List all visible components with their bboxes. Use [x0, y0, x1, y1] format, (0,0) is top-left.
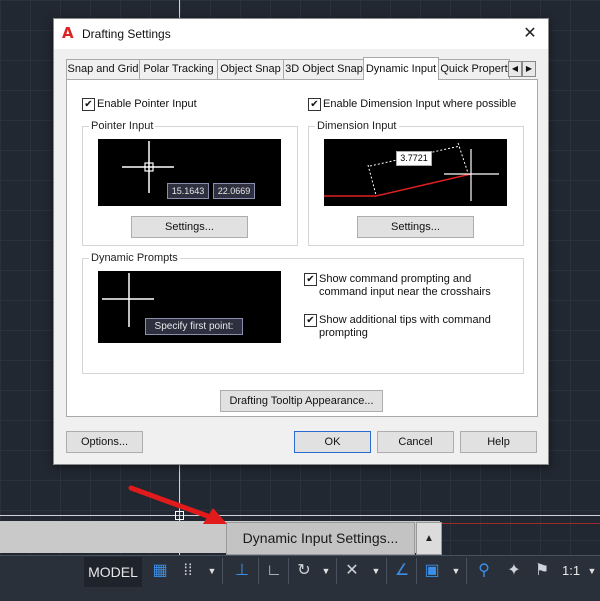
- crosshair-horizontal-line: [0, 515, 600, 516]
- help-button[interactable]: Help: [460, 431, 537, 453]
- tab-scroll-left-button[interactable]: ◀: [508, 61, 522, 77]
- annotation-visibility-icon[interactable]: ⚲: [472, 558, 496, 584]
- tooltip-caret-button[interactable]: ▲: [416, 522, 442, 555]
- enable-pointer-input-checkbox[interactable]: ✔: [82, 98, 95, 111]
- status-separator: [258, 558, 259, 584]
- isodraft-dropdown-chevron-icon[interactable]: ▼: [370, 558, 382, 584]
- show-command-prompting-label: Show command prompting and command input…: [319, 273, 491, 298]
- dynamic-prompts-title: Dynamic Prompts: [89, 252, 180, 264]
- show-additional-tips-row[interactable]: ✔ Show additional tips with command prom…: [304, 314, 516, 339]
- status-separator: [466, 558, 467, 584]
- dynamic-input-settings-button[interactable]: Dynamic Input Settings...: [226, 522, 415, 555]
- tab-3d-object-snap[interactable]: 3D Object Snap: [283, 59, 365, 79]
- dimension-input-group: Dimension Input 3.7721 Settings...: [308, 120, 524, 246]
- options-button[interactable]: Options...: [66, 431, 143, 453]
- enable-dimension-input-row[interactable]: ✔ Enable Dimension Input where possible: [308, 98, 533, 112]
- status-separator: [386, 558, 387, 584]
- status-separator: [288, 558, 289, 584]
- status-separator: [336, 558, 337, 584]
- annotation-scale-icon[interactable]: ⚑: [530, 558, 554, 584]
- drafting-tooltip-appearance-button[interactable]: Drafting Tooltip Appearance...: [220, 390, 383, 412]
- tab-snap-and-grid[interactable]: Snap and Grid: [66, 59, 140, 79]
- polar-dropdown-chevron-icon[interactable]: ▼: [320, 558, 332, 584]
- ok-button[interactable]: OK: [294, 431, 371, 453]
- grid-icon[interactable]: ▦: [148, 558, 172, 584]
- show-additional-tips-label: Show additional tips with command prompt…: [319, 314, 491, 339]
- snap-icon[interactable]: ⁞⁞: [176, 558, 200, 584]
- dimension-preview-graphic: [324, 142, 499, 201]
- pointer-input-settings-button[interactable]: Settings...: [131, 216, 248, 238]
- dialog-title: Drafting Settings: [82, 27, 171, 41]
- dimension-input-settings-button[interactable]: Settings...: [357, 216, 474, 238]
- enable-dimension-input-checkbox[interactable]: ✔: [308, 98, 321, 111]
- polar-icon[interactable]: ↻: [292, 558, 316, 584]
- enable-dimension-input-label: Enable Dimension Input where possible: [323, 98, 517, 110]
- dynamic-input-panel: ✔ Enable Pointer Input ✔ Enable Dimensio…: [66, 79, 538, 417]
- show-command-prompting-checkbox[interactable]: ✔: [304, 273, 317, 286]
- dimension-input-preview: 3.7721: [324, 139, 507, 206]
- snap-dropdown-chevron-icon[interactable]: ▼: [206, 558, 218, 584]
- scale-dropdown-chevron-icon[interactable]: ▼: [586, 558, 598, 584]
- annotation-scale-label[interactable]: 1:1: [562, 558, 588, 584]
- tab-polar-tracking[interactable]: Polar Tracking: [139, 59, 218, 79]
- enable-pointer-input-row[interactable]: ✔ Enable Pointer Input: [82, 98, 282, 112]
- ortho-icon[interactable]: ∟: [262, 558, 286, 584]
- dimension-input-title: Dimension Input: [315, 120, 399, 132]
- autoscale-icon[interactable]: ✦: [502, 558, 526, 584]
- object-snap-tracking-icon[interactable]: ∠: [390, 558, 414, 584]
- isodraft-icon[interactable]: ✕: [340, 558, 364, 584]
- drafting-settings-dialog: A Drafting Settings ✕ Snap and Grid Pola…: [53, 18, 549, 465]
- pointer-y-value: 22.0669: [213, 183, 255, 199]
- autocad-logo-icon: A: [62, 24, 74, 42]
- dimension-value: 3.7721: [396, 151, 432, 166]
- dynamic-prompts-group: Dynamic Prompts Specify first point: ✔ S…: [82, 252, 524, 374]
- status-separator: [416, 558, 417, 584]
- close-button[interactable]: ✕: [520, 24, 540, 44]
- cancel-button[interactable]: Cancel: [377, 431, 454, 453]
- enable-pointer-input-label: Enable Pointer Input: [97, 98, 197, 110]
- tab-scroll-right-button[interactable]: ▶: [522, 61, 536, 77]
- pointer-input-preview: 15.1643 22.0669: [98, 139, 281, 206]
- tab-object-snap[interactable]: Object Snap: [217, 59, 284, 79]
- tab-quick-properties[interactable]: Quick Propert: [438, 59, 510, 79]
- dynamic-input-icon[interactable]: ⊥: [230, 558, 254, 584]
- dialog-titlebar[interactable]: A Drafting Settings ✕: [54, 19, 548, 49]
- red-reference-line: [440, 523, 600, 524]
- object-snap-icon[interactable]: ▣: [420, 558, 444, 584]
- tab-strip: Snap and Grid Polar Tracking Object Snap…: [66, 57, 536, 80]
- dynamic-prompts-preview: Specify first point:: [98, 271, 281, 343]
- model-space-button[interactable]: MODEL: [84, 557, 142, 587]
- show-command-prompting-row[interactable]: ✔ Show command prompting and command inp…: [304, 273, 516, 298]
- tab-dynamic-input[interactable]: Dynamic Input: [363, 57, 439, 80]
- pointer-x-value: 15.1643: [167, 183, 209, 199]
- object-snap-dropdown-chevron-icon[interactable]: ▼: [450, 558, 462, 584]
- red-pointer-arrow: [128, 485, 227, 524]
- prompt-tooltip: Specify first point:: [145, 318, 243, 335]
- pointer-input-title: Pointer Input: [89, 120, 156, 132]
- show-additional-tips-checkbox[interactable]: ✔: [304, 314, 317, 327]
- status-separator: [222, 558, 223, 584]
- pointer-input-group: Pointer Input 15.1643 22.0669 Settings..…: [82, 120, 298, 246]
